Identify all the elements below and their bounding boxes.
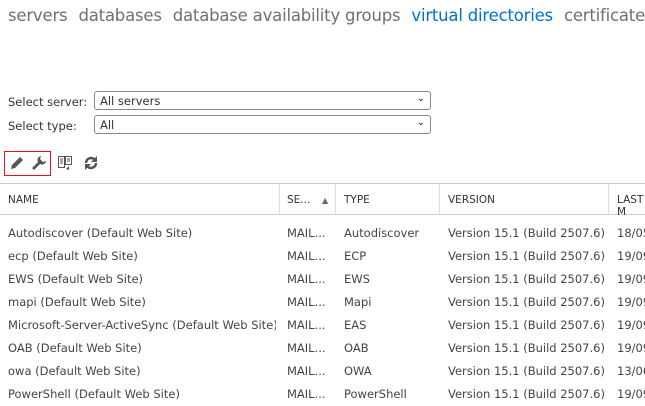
cell-server: MAIL... [287,226,326,240]
cell-version: Version 15.1 (Build 2507.6) [448,226,605,240]
cell-last-modified: 19/09 [617,387,645,401]
table-row[interactable]: owa (Default Web Site) MAIL... OWA Version … [0,360,645,383]
refresh-icon [84,156,98,170]
cell-name: Autodiscover (Default Web Site) [8,226,193,240]
cell-server: MAIL... [287,272,326,286]
cell-last-modified: 19/09 [617,295,645,309]
refresh-button[interactable] [81,153,101,173]
cell-type: Autodiscover [344,226,420,240]
chevron-down-icon: ⌄ [416,93,425,104]
cell-type: ECP [344,249,367,263]
table-row[interactable]: Autodiscover (Default Web Site) MAIL... Au… [0,222,645,245]
cell-server: MAIL... [287,249,326,263]
pencil-icon [11,157,23,169]
cell-version: Version 15.1 (Build 2507.6) [448,341,605,355]
cell-name: mapi (Default Web Site) [8,295,146,309]
cell-type: EAS [344,318,367,332]
cell-name: ecp (Default Web Site) [8,249,138,263]
cell-last-modified: 19/09 [617,318,645,332]
cell-version: Version 15.1 (Build 2507.6) [448,318,605,332]
cell-version: Version 15.1 (Build 2507.6) [448,387,605,401]
select-type-value: All [100,118,115,132]
reset-icon [58,156,72,170]
col-type[interactable]: TYPE [344,194,370,206]
cell-name: EWS (Default Web Site) [8,272,144,286]
cell-last-modified: 19/09 [617,249,645,263]
cell-last-modified: 19/09 [617,272,645,286]
cell-version: Version 15.1 (Build 2507.6) [448,249,605,263]
cell-server: MAIL... [287,318,326,332]
cell-name: PowerShell (Default Web Site) [8,387,180,401]
cell-server: MAIL... [287,341,326,355]
tab-virtual-directories[interactable]: virtual directories [411,6,553,25]
cell-name: OAB (Default Web Site) [8,341,142,355]
cell-version: Version 15.1 (Build 2507.6) [448,272,605,286]
table-row[interactable]: Microsoft-Server-ActiveSync (Default Web… [0,314,645,337]
wrench-icon [32,156,46,170]
reset-button[interactable] [55,153,75,173]
edit-button[interactable] [7,153,27,173]
cell-name: Microsoft-Server-ActiveSync (Default Web… [8,318,276,332]
configure-button[interactable] [29,153,49,173]
cell-type: PowerShell [344,387,407,401]
cell-type: EWS [344,272,370,286]
table-header: NAME SE... ▲ TYPE VERSION LAST M [0,183,645,218]
cell-server: MAIL... [287,295,326,309]
cell-last-modified: 18/05 [617,226,645,240]
top-nav: servers databases database availability … [8,6,645,25]
cell-server: MAIL... [287,387,326,401]
select-server-label: Select server: [8,95,88,109]
cell-type: OWA [344,364,372,378]
table-row[interactable]: ecp (Default Web Site) MAIL... ECP Version … [0,245,645,268]
cell-type: OAB [344,341,369,355]
select-server-dropdown[interactable]: All servers ⌄ [94,91,431,110]
table-row[interactable]: EWS (Default Web Site) MAIL... EWS Version … [0,268,645,291]
col-server[interactable]: SE... [287,194,310,206]
select-server-value: All servers [100,94,161,108]
cell-type: Mapi [344,295,372,309]
select-type-dropdown[interactable]: All ⌄ [94,115,431,134]
table-row[interactable]: mapi (Default Web Site) MAIL... Mapi Versio… [0,291,645,314]
chevron-down-icon: ⌄ [416,117,425,128]
col-last-modified[interactable]: LAST M [617,194,645,218]
col-name[interactable]: NAME [8,194,39,206]
cell-name: owa (Default Web Site) [8,364,141,378]
col-version[interactable]: VERSION [448,194,495,206]
tab-dag[interactable]: database availability groups [173,6,401,25]
tab-databases[interactable]: databases [78,6,161,25]
cell-server: MAIL... [287,364,326,378]
cell-last-modified: 19/09 [617,341,645,355]
cell-version: Version 15.1 (Build 2507.6) [448,295,605,309]
sort-ascending-icon: ▲ [322,196,329,205]
table-row[interactable]: OAB (Default Web Site) MAIL... OAB Version … [0,337,645,360]
table-row[interactable]: PowerShell (Default Web Site) MAIL... Powe… [0,383,645,406]
tab-certificates[interactable]: certificates [564,6,645,25]
cell-last-modified: 13/06 [617,364,645,378]
select-type-label: Select type: [8,119,77,133]
cell-version: Version 15.1 (Build 2507.6) [448,364,605,378]
tab-servers[interactable]: servers [8,6,68,25]
